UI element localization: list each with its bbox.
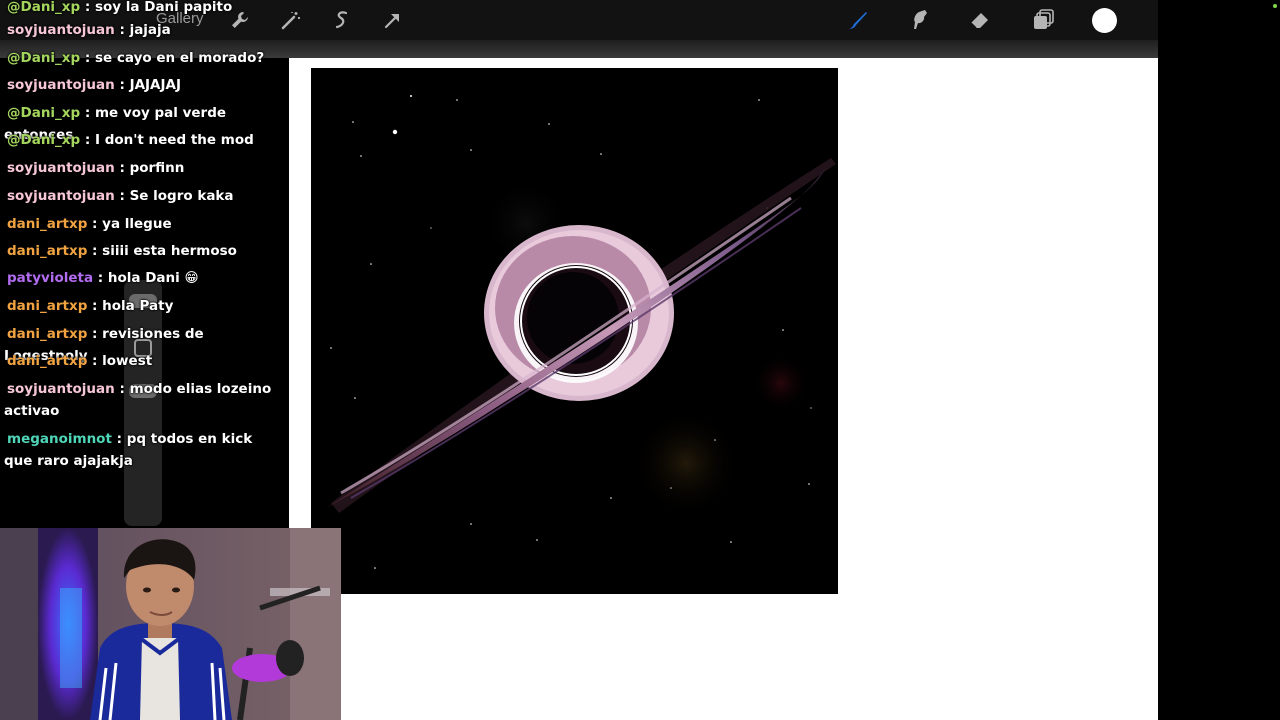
chat-message: dani_artxp : hola Paty bbox=[4, 295, 274, 317]
chat-message: @Dani_xp : soy la Dani papito bbox=[4, 0, 274, 18]
right-black-pane bbox=[1158, 0, 1280, 720]
chat-username: soyjuantojuan bbox=[7, 160, 115, 176]
chat-text: : se cayo en el morado? bbox=[80, 50, 265, 66]
chat-message: soyjuantojuan : porfinn bbox=[4, 157, 274, 179]
chat-username: soyjuantojuan bbox=[7, 22, 115, 38]
chat-text: : hola Dani 😁 bbox=[93, 270, 199, 286]
chat-message: @Dani_xp : se cayo en el morado? bbox=[4, 47, 274, 69]
chat-username: dani_artxp bbox=[7, 326, 88, 342]
magic-wand-icon[interactable] bbox=[279, 8, 303, 32]
chat-username: soyjuantojuan bbox=[7, 188, 115, 204]
chat-message: patyvioleta : hola Dani 😁 bbox=[4, 267, 274, 289]
streamer-camera-image bbox=[0, 528, 341, 720]
chat-username: dani_artxp bbox=[7, 353, 88, 369]
chat-message: meganoimnot : pq todos en kick que raro … bbox=[4, 428, 274, 472]
chat-username: @Dani_xp bbox=[7, 0, 81, 15]
chat-username: @Dani_xp bbox=[7, 105, 81, 121]
brush-icon[interactable] bbox=[846, 8, 870, 32]
layers-icon[interactable] bbox=[1031, 8, 1055, 32]
chat-username: dani_artxp bbox=[7, 298, 88, 314]
chat-text: : I don't need the mod bbox=[80, 132, 254, 148]
chat-message: dani_artxp : siiii esta hermoso bbox=[4, 240, 274, 262]
transform-arrow-icon[interactable] bbox=[381, 8, 405, 32]
chat-text: : hola Paty bbox=[87, 298, 174, 314]
chat-text: : soy la Dani papito bbox=[80, 0, 233, 15]
chat-username: meganoimnot bbox=[7, 431, 112, 447]
black-hole-artwork[interactable] bbox=[311, 68, 838, 594]
chat-message: soyjuantojuan : modo elias lozeino activ… bbox=[4, 378, 274, 422]
chat-text: : Se logro kaka bbox=[114, 188, 234, 204]
black-hole-illustration bbox=[326, 95, 836, 569]
chat-username: soyjuantojuan bbox=[7, 77, 115, 93]
chat-message: dani_artxp : ya llegue bbox=[4, 213, 274, 235]
chat-message: soyjuantojuan : Se logro kaka bbox=[4, 185, 274, 207]
status-dot bbox=[1273, 4, 1277, 8]
chat-text: : lowest bbox=[87, 353, 153, 369]
smudge-icon[interactable] bbox=[907, 8, 931, 32]
webcam-feed bbox=[0, 528, 341, 720]
chat-text: : porfinn bbox=[114, 160, 185, 176]
chat-username: dani_artxp bbox=[7, 216, 88, 232]
selection-icon[interactable] bbox=[330, 8, 354, 32]
color-swatch[interactable] bbox=[1092, 8, 1117, 33]
chat-message: @Dani_xp : I don't need the mod bbox=[4, 129, 274, 151]
chat-username: dani_artxp bbox=[7, 243, 88, 259]
chat-username: patyvioleta bbox=[7, 270, 94, 286]
chat-username: @Dani_xp bbox=[7, 132, 81, 148]
chat-text: : jajaja bbox=[114, 22, 171, 38]
eraser-icon[interactable] bbox=[968, 8, 992, 32]
chat-text: : JAJAJAJ bbox=[114, 77, 181, 93]
chat-message: dani_artxp : lowest bbox=[4, 350, 274, 372]
chat-message: soyjuantojuan : jajaja bbox=[4, 19, 274, 41]
chat-message: soyjuantojuan : JAJAJAJ bbox=[4, 74, 274, 96]
chat-username: soyjuantojuan bbox=[7, 381, 115, 397]
chat-username: @Dani_xp bbox=[7, 50, 81, 66]
chat-text: : ya llegue bbox=[87, 216, 172, 232]
chat-text: : siiii esta hermoso bbox=[87, 243, 237, 259]
